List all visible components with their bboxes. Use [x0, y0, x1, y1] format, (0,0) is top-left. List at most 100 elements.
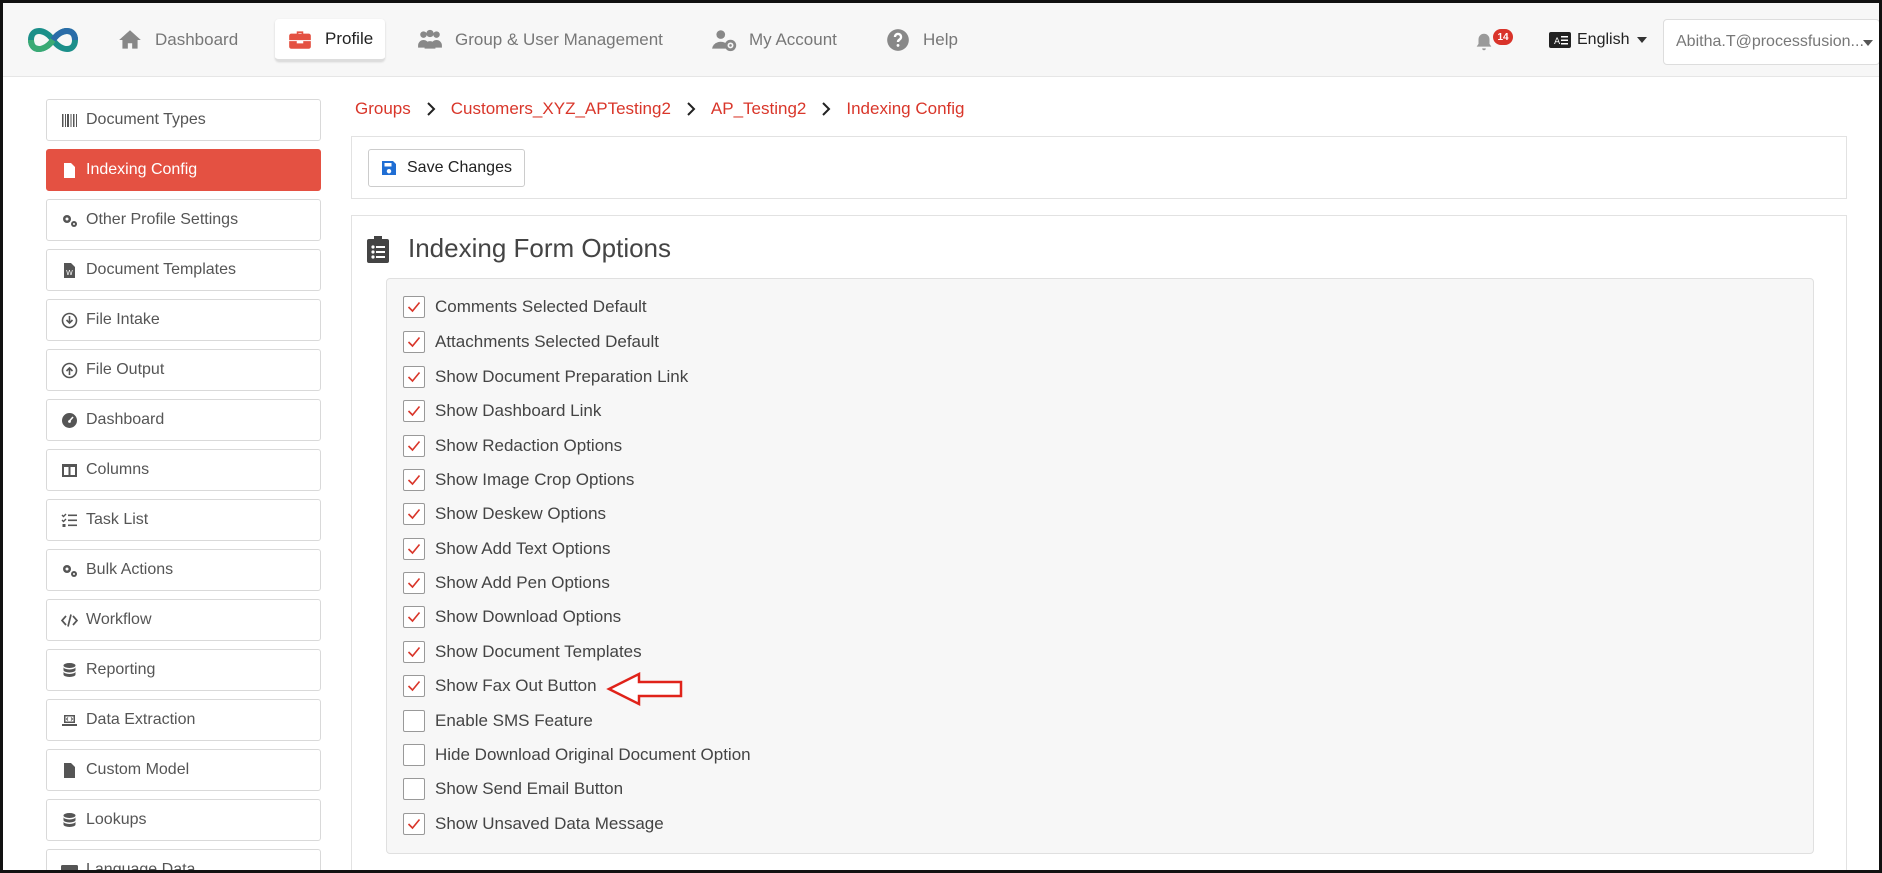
option-show-fax-out-button[interactable]: Show Fax Out Button [403, 674, 597, 698]
checkbox-checked[interactable] [403, 675, 425, 697]
option-show-unsaved-data-message[interactable]: Show Unsaved Data Message [403, 812, 664, 836]
option-comments-selected-default[interactable]: Comments Selected Default [403, 295, 647, 319]
sidebar-item-label: Dashboard [86, 411, 165, 428]
nav-help-label: Help [923, 30, 958, 49]
top-navbar: Dashboard Profile Group & User Managemen… [3, 3, 1880, 77]
user-gear-icon [712, 30, 737, 52]
sidebar-item-task-list[interactable]: Task List [46, 499, 321, 541]
sidebar-item-file-intake[interactable]: File Intake [46, 299, 321, 341]
checkbox-checked[interactable] [403, 435, 425, 457]
sidebar-item-label: File Intake [86, 311, 160, 328]
checkbox-checked[interactable] [403, 366, 425, 388]
code-icon [61, 613, 78, 627]
option-show-document-preparation-link[interactable]: Show Document Preparation Link [403, 365, 688, 389]
option-label: Attachments Selected Default [435, 332, 659, 351]
home-icon [119, 30, 141, 49]
option-show-dashboard-link[interactable]: Show Dashboard Link [403, 399, 601, 423]
arrow-circle-up-icon [61, 362, 78, 378]
sidebar-item-dashboard[interactable]: Dashboard [46, 399, 321, 441]
chevron-down-icon [1637, 37, 1648, 43]
checkbox-unchecked[interactable] [403, 710, 425, 732]
checkbox-checked[interactable] [403, 503, 425, 525]
nav-profile-label: Profile [325, 29, 374, 48]
chevron-right-icon [687, 102, 696, 116]
checkbox-checked[interactable] [403, 469, 425, 491]
sidebar-item-document-templates[interactable]: W Document Templates [46, 249, 321, 291]
nav-group-user-management[interactable]: Group & User Management [405, 19, 675, 61]
sidebar-item-document-types[interactable]: Document Types [46, 99, 321, 141]
checkmark-icon [407, 646, 421, 658]
sidebar-item-custom-model[interactable]: Custom Model [46, 749, 321, 791]
sidebar-item-columns[interactable]: Columns [46, 449, 321, 491]
option-show-add-pen-options[interactable]: Show Add Pen Options [403, 571, 610, 595]
option-show-add-text-options[interactable]: Show Add Text Options [403, 537, 610, 561]
red-arrow-annotation [606, 671, 683, 707]
checkbox-checked[interactable] [403, 572, 425, 594]
bell-icon[interactable] [1473, 31, 1495, 53]
sidebar-item-other-profile-settings[interactable]: Other Profile Settings [46, 199, 321, 241]
sidebar-item-indexing-config[interactable]: Indexing Config [46, 149, 321, 191]
panel-header: Indexing Form Options [366, 233, 671, 264]
checkbox-unchecked[interactable] [403, 744, 425, 766]
sidebar-item-label: Document Types [86, 111, 206, 128]
option-show-redaction-options[interactable]: Show Redaction Options [403, 434, 622, 458]
checkbox-checked[interactable] [403, 538, 425, 560]
option-hide-download-original-document-option[interactable]: Hide Download Original Document Option [403, 743, 751, 767]
sidebar-item-lookups[interactable]: Lookups [46, 799, 321, 841]
notification-badge: 14 [1493, 29, 1513, 45]
checkbox-checked[interactable] [403, 606, 425, 628]
checkbox-checked[interactable] [403, 400, 425, 422]
nav-help[interactable]: Help [873, 19, 970, 61]
sidebar-item-data-extraction[interactable]: Data Extraction [46, 699, 321, 741]
option-label: Show Fax Out Button [435, 676, 597, 695]
file-alt-icon [64, 762, 75, 778]
checkbox-unchecked[interactable] [403, 778, 425, 800]
sidebar-item-bulk-actions[interactable]: Bulk Actions [46, 549, 321, 591]
option-label: Show Add Pen Options [435, 573, 610, 592]
save-changes-button[interactable]: Save Changes [368, 149, 525, 187]
checkbox-checked[interactable] [403, 331, 425, 353]
file-icon [64, 162, 75, 178]
clipboard-list-icon [367, 235, 389, 263]
user-account-select[interactable]: Abitha.T@processfusion... [1663, 19, 1880, 65]
checkbox-checked[interactable] [403, 296, 425, 318]
sidebar-item-label: Lookups [86, 811, 147, 828]
breadcrumb-groups[interactable]: Groups [355, 99, 411, 119]
sidebar-item-reporting[interactable]: Reporting [46, 649, 321, 691]
app-logo-icon[interactable] [25, 20, 81, 60]
nav-group-user-management-label: Group & User Management [455, 30, 663, 49]
option-enable-sms-feature[interactable]: Enable SMS Feature [403, 709, 593, 733]
option-show-deskew-options[interactable]: Show Deskew Options [403, 502, 606, 526]
option-show-send-email-button[interactable]: Show Send Email Button [403, 777, 623, 801]
language-dropdown[interactable]: A English [1549, 31, 1648, 49]
breadcrumb-profile[interactable]: AP_Testing2 [711, 99, 806, 119]
chevron-down-icon [1863, 40, 1873, 46]
user-email: Abitha.T@processfusion... [1676, 33, 1864, 50]
svg-text:A: A [1554, 37, 1561, 47]
checkbox-checked[interactable] [403, 813, 425, 835]
option-show-download-options[interactable]: Show Download Options [403, 605, 621, 629]
option-label: Show Send Email Button [435, 779, 624, 798]
option-label: Show Image Crop Options [435, 470, 635, 489]
sidebar-item-label: Custom Model [86, 761, 190, 778]
breadcrumb-current[interactable]: Indexing Config [846, 99, 964, 119]
gauge-icon [62, 412, 77, 428]
checkmark-icon [407, 818, 421, 830]
checkmark-icon [407, 440, 421, 452]
option-attachments-selected-default[interactable]: Attachments Selected Default [403, 330, 659, 354]
checkbox-checked[interactable] [403, 641, 425, 663]
nav-profile[interactable]: Profile [275, 19, 386, 61]
option-show-document-templates[interactable]: Show Document Templates [403, 640, 642, 664]
sidebar-item-label: Language Data [86, 861, 196, 873]
sidebar-item-workflow[interactable]: Workflow [46, 599, 321, 641]
sidebar-item-file-output[interactable]: File Output [46, 349, 321, 391]
sidebar-item-language-data[interactable]: Language Data [46, 849, 321, 873]
language-label: English [1577, 31, 1630, 48]
option-show-image-crop-options[interactable]: Show Image Crop Options [403, 468, 634, 492]
nav-my-account[interactable]: My Account [699, 19, 849, 61]
nav-dashboard[interactable]: Dashboard [105, 19, 250, 61]
breadcrumb-customer-group[interactable]: Customers_XYZ_APTesting2 [451, 99, 671, 119]
question-circle-icon [887, 29, 909, 51]
checkmark-icon [407, 405, 421, 417]
panel-title: Indexing Form Options [408, 233, 672, 263]
